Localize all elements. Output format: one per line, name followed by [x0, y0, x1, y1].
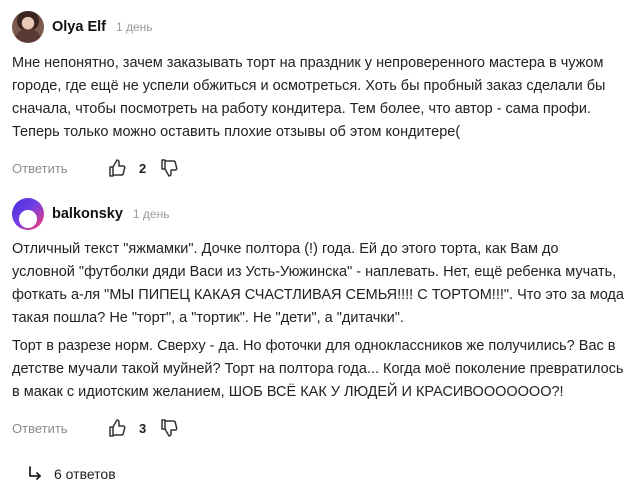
like-count: 2 — [139, 160, 147, 176]
comment: Olya Elf 1 день Мне непонятно, зачем зак… — [12, 10, 624, 181]
reply-button[interactable]: Ответить — [12, 161, 107, 176]
thumbs-up-icon[interactable] — [107, 418, 127, 438]
comment-actions: Ответить 2 — [12, 155, 624, 181]
author-name[interactable]: balkonsky — [52, 206, 123, 222]
author-name[interactable]: Olya Elf — [52, 19, 106, 35]
comment-text: Отличный текст "яжмамки". Дочке полтора … — [12, 241, 624, 326]
replies-count-label[interactable]: 6 ответов — [54, 466, 116, 482]
comment-header: Olya Elf 1 день — [12, 10, 624, 44]
like-count: 3 — [139, 420, 147, 436]
thumbs-up-icon[interactable] — [107, 158, 127, 178]
show-replies-button[interactable]: 6 ответов — [26, 461, 116, 487]
comment-text: Торт в разрезе норм. Сверху - да. Но фот… — [12, 338, 624, 400]
avatar[interactable] — [12, 198, 44, 230]
avatar[interactable] — [12, 11, 44, 43]
comment: balkonsky 1 день Отличный текст "яжмамки… — [12, 197, 624, 441]
thumbs-down-icon[interactable] — [159, 418, 179, 438]
thumbs-down-icon[interactable] — [159, 158, 179, 178]
reply-arrow-icon — [26, 465, 44, 483]
reply-button[interactable]: Ответить — [12, 421, 107, 436]
comment-text: Мне непонятно, зачем заказывать торт на … — [12, 55, 606, 140]
comment-actions: Ответить 3 — [12, 415, 624, 441]
comment-time: 1 день — [116, 20, 153, 34]
comment-header: balkonsky 1 день — [12, 197, 624, 231]
comment-time: 1 день — [132, 207, 170, 221]
